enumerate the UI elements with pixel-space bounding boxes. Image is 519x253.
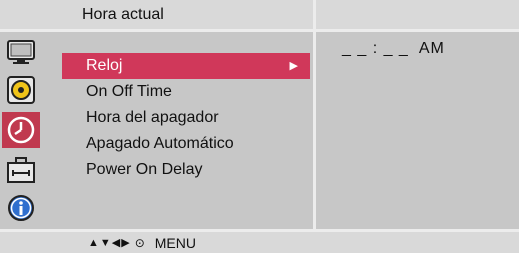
time-value: _ _ : _ _ AM <box>342 40 445 57</box>
panel-divider <box>313 0 316 253</box>
sidebar-item-information[interactable] <box>4 192 38 224</box>
menu-item-label: Power On Delay <box>86 161 203 178</box>
menu-item-on-off-time[interactable]: On Off Time <box>62 79 310 105</box>
footer-bar: ▲▼◀▶ ⊙ MENU <box>0 232 519 253</box>
menu-item-reloj[interactable]: Reloj ▶ <box>62 53 310 79</box>
toolbox-icon <box>7 157 35 183</box>
menu-item-label: On Off Time <box>86 83 172 100</box>
sidebar-item-audio[interactable] <box>4 74 38 106</box>
osd-menu: Hora actual Reloj ▶ On Off Time Hora del… <box>0 0 519 253</box>
menu-item-power-on-delay[interactable]: Power On Delay <box>62 157 310 183</box>
divider-top <box>0 29 519 32</box>
sidebar-item-option[interactable] <box>4 154 38 186</box>
info-icon <box>8 195 34 221</box>
sidebar-item-time[interactable] <box>2 112 40 148</box>
sidebar <box>0 32 40 229</box>
menu-item-hora-del-apagador[interactable]: Hora del apagador <box>62 105 310 131</box>
nav-arrows-icon: ▲▼◀▶ <box>88 237 131 249</box>
menu-item-label: Apagado Automático <box>86 135 234 152</box>
arrow-right-icon: ▶ <box>289 60 298 72</box>
picture-icon <box>7 40 35 64</box>
menu-list: Reloj ▶ On Off Time Hora del apagador Ap… <box>62 53 310 183</box>
sidebar-item-picture[interactable] <box>4 36 38 68</box>
audio-icon <box>7 76 35 104</box>
header-bar: Hora actual <box>0 0 519 29</box>
menu-item-label: Hora del apagador <box>86 109 219 126</box>
page-title: Hora actual <box>82 6 164 23</box>
menu-item-label: Reloj <box>86 57 123 74</box>
clock-icon <box>7 116 35 144</box>
menu-item-apagado-automatico[interactable]: Apagado Automático <box>62 131 310 157</box>
enter-icon: ⊙ <box>134 236 145 250</box>
menu-label: MENU <box>154 235 196 251</box>
navigation-hint: ▲▼◀▶ ⊙ MENU <box>88 234 196 252</box>
